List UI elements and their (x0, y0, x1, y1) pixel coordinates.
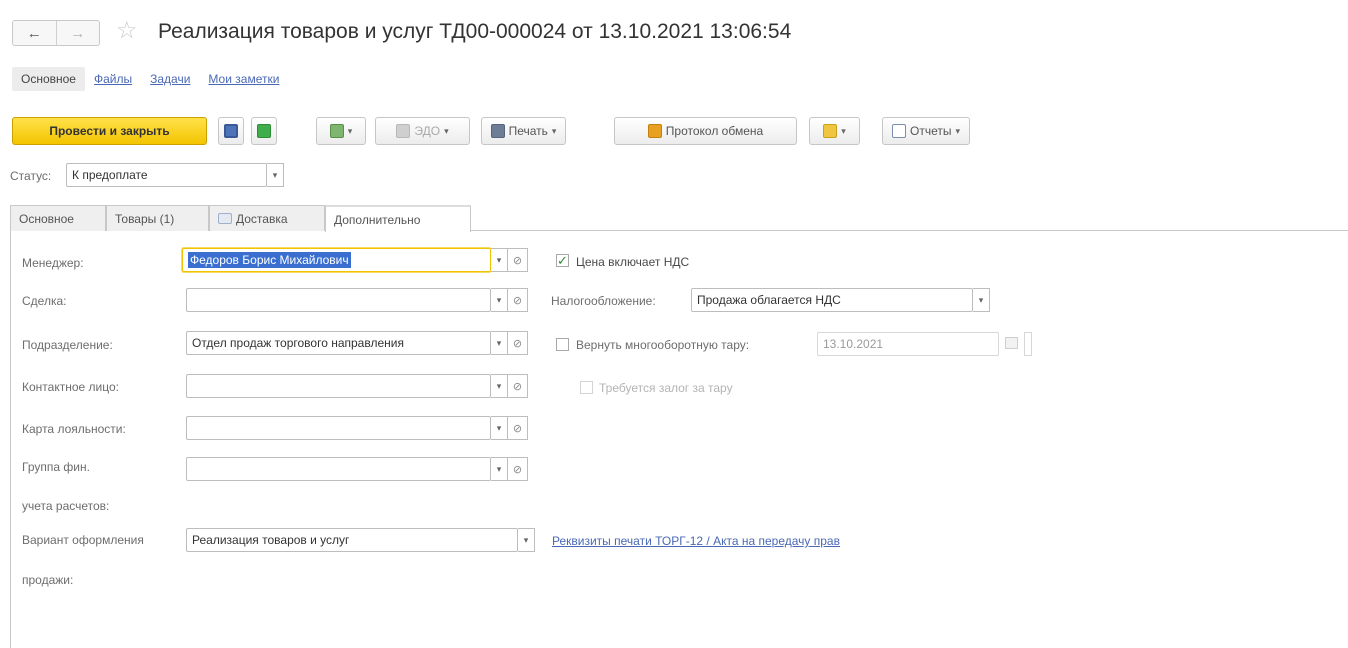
sale-variant-input[interactable]: Реализация товаров и услуг (186, 528, 518, 552)
page-title: Реализация товаров и услуг ТД00-000024 о… (158, 20, 792, 43)
create-based-on-button[interactable]: ▾ (316, 117, 366, 145)
fin-group-label-line1: Группа фин. (22, 460, 90, 474)
floppy-disk-icon (224, 124, 238, 138)
status-label: Статус: (10, 169, 52, 183)
edo-label: ЭДО (414, 124, 441, 138)
edo-button[interactable]: ЭДО ▾ (375, 117, 470, 145)
price-includes-vat-label: Цена включает НДС (576, 255, 690, 269)
reports-label: Отчеты (909, 124, 952, 138)
forward-arrow-icon[interactable]: → (55, 21, 100, 45)
status-value: К предоплате (72, 168, 148, 182)
tare-deposit-checkbox[interactable] (580, 381, 593, 394)
section-links: Основное Файлы Задачи Мои заметки (12, 66, 288, 92)
section-link-tasks[interactable]: Задачи (141, 67, 199, 91)
contact-person-input[interactable] (186, 374, 491, 398)
checkmark-icon: ✓ (557, 253, 568, 268)
calendar-icon[interactable] (1005, 337, 1018, 349)
tab-goods-label: Товары (1) (115, 211, 175, 226)
tab-additional-label: Дополнительно (334, 212, 421, 227)
create-based-on-icon (329, 124, 344, 138)
save-button[interactable] (218, 117, 244, 145)
fin-group-label-line2: учета расчетов: (22, 499, 110, 513)
chevron-down-icon: ▾ (841, 125, 846, 136)
printer-icon (490, 124, 505, 138)
division-open-button[interactable]: ⊘ (508, 331, 528, 355)
sale-variant-label-line1: Вариант оформления (22, 533, 144, 547)
division-input[interactable]: Отдел продаж торгового направления (186, 331, 491, 355)
sale-variant-label-line2: продажи: (22, 573, 74, 587)
fin-group-input[interactable] (186, 457, 491, 481)
division-value: Отдел продаж торгового направления (192, 336, 404, 350)
deal-input[interactable] (186, 288, 491, 312)
division-label: Подразделение: (22, 338, 113, 352)
taxation-label: Налогообложение: (551, 294, 656, 308)
contact-person-open-button[interactable]: ⊘ (508, 374, 528, 398)
loyalty-card-input[interactable] (186, 416, 491, 440)
loyalty-card-open-button[interactable]: ⊘ (508, 416, 528, 440)
contact-person-dropdown-button[interactable]: ▾ (491, 374, 508, 398)
attachments-button[interactable]: ▾ (809, 117, 860, 145)
exchange-arrows-icon (647, 124, 662, 138)
edo-icon (396, 124, 411, 138)
delivery-note-icon (218, 213, 232, 224)
post-and-close-button[interactable]: Провести и закрыть (12, 117, 207, 145)
print-details-link[interactable]: Реквизиты печати ТОРГ-12 / Акта на перед… (552, 534, 840, 548)
print-label: Печать (508, 124, 548, 138)
taxation-dropdown-button[interactable]: ▾ (973, 288, 990, 312)
loyalty-card-label: Карта лояльности: (22, 422, 126, 436)
chevron-down-icon: ▾ (955, 125, 960, 136)
sale-variant-value: Реализация товаров и услуг (192, 533, 350, 547)
manager-value: Федоров Борис Михайлович (188, 252, 351, 268)
date-spinner[interactable] (1024, 332, 1032, 356)
status-field[interactable]: К предоплате (66, 163, 267, 187)
deal-open-button[interactable]: ⊘ (508, 288, 528, 312)
return-tare-checkbox[interactable] (556, 338, 569, 351)
manager-label: Менеджер: (22, 256, 84, 270)
taxation-value: Продажа облагается НДС (697, 293, 841, 307)
chevron-down-icon: ▾ (551, 125, 557, 136)
price-includes-vat-checkbox[interactable]: ✓ (556, 254, 569, 267)
back-arrow-icon[interactable]: ← (13, 21, 56, 45)
document-gear-icon (823, 124, 838, 138)
tab-delivery-label: Доставка (236, 211, 288, 226)
post-document-icon (257, 124, 271, 138)
fin-group-dropdown-button[interactable]: ▾ (491, 457, 508, 481)
section-link-main[interactable]: Основное (12, 67, 85, 91)
division-dropdown-button[interactable]: ▾ (491, 331, 508, 355)
manager-input[interactable]: Федоров Борис Михайлович (182, 248, 491, 272)
history-nav: ← → (12, 20, 100, 46)
tab-panel-border (10, 231, 11, 648)
print-button[interactable]: Печать ▾ (481, 117, 566, 145)
deal-label: Сделка: (22, 294, 67, 308)
chevron-down-icon: ▾ (444, 125, 449, 136)
tare-deposit-label: Требуется залог за тару (599, 381, 733, 395)
chevron-down-icon: ▾ (347, 125, 353, 136)
deal-dropdown-button[interactable]: ▾ (491, 288, 508, 312)
reports-button[interactable]: Отчеты ▾ (882, 117, 970, 145)
exchange-log-label: Протокол обмена (665, 124, 764, 138)
return-tare-label: Вернуть многооборотную тару: (576, 338, 750, 352)
return-tare-date-value: 13.10.2021 (823, 337, 884, 351)
taxation-input[interactable]: Продажа облагается НДС (691, 288, 973, 312)
tab-main-label: Основное (19, 211, 74, 226)
manager-open-button[interactable]: ⊘ (508, 248, 528, 272)
status-dropdown-button[interactable]: ▾ (267, 163, 284, 187)
loyalty-card-dropdown-button[interactable]: ▾ (491, 416, 508, 440)
tab-delivery[interactable]: Доставка (209, 205, 325, 231)
report-icon (891, 124, 906, 138)
section-link-files[interactable]: Файлы (85, 67, 141, 91)
contact-label: Контактное лицо: (22, 380, 119, 394)
fin-group-open-button[interactable]: ⊘ (508, 457, 528, 481)
tab-additional[interactable]: Дополнительно (325, 205, 471, 232)
manager-dropdown-button[interactable]: ▾ (491, 248, 508, 272)
exchange-log-button[interactable]: Протокол обмена (614, 117, 797, 145)
post-and-close-label: Провести и закрыть (49, 124, 170, 138)
post-button[interactable] (251, 117, 277, 145)
tab-main[interactable]: Основное (10, 205, 106, 231)
section-link-notes[interactable]: Мои заметки (199, 67, 288, 91)
favorite-star-icon[interactable]: ☆ (116, 17, 138, 45)
sale-variant-dropdown-button[interactable]: ▾ (518, 528, 535, 552)
tab-goods[interactable]: Товары (1) (106, 205, 209, 231)
return-tare-date-input[interactable]: 13.10.2021 (817, 332, 999, 356)
